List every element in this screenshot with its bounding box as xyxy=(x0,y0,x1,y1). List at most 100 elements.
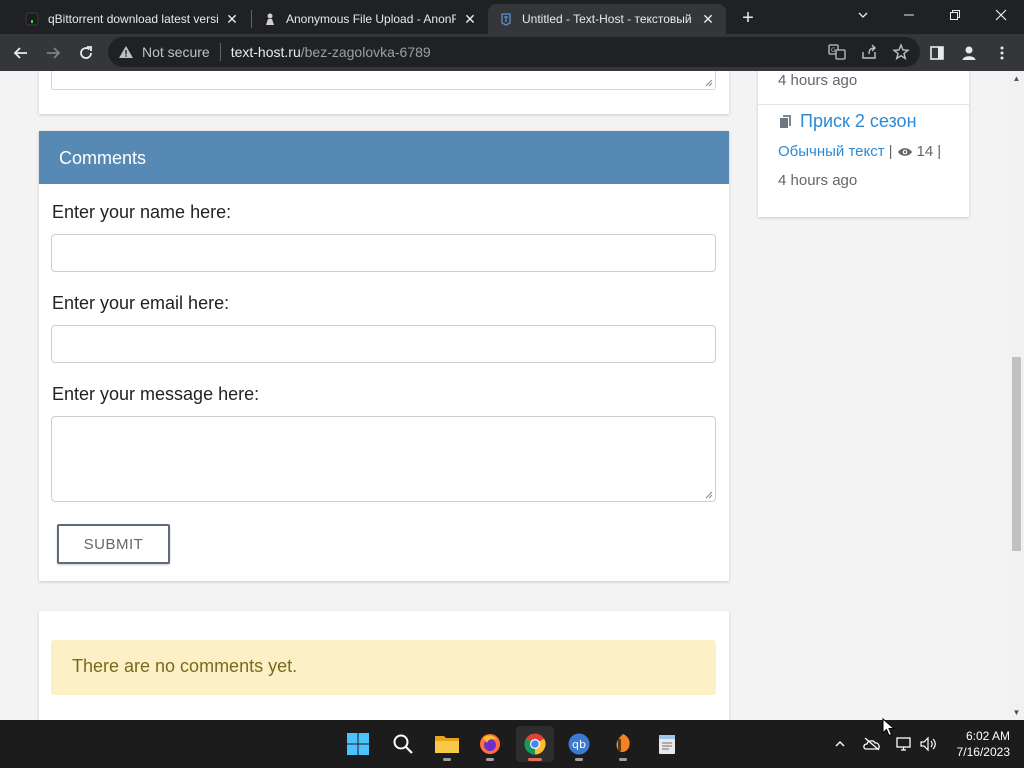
warning-triangle-icon[interactable] xyxy=(118,44,134,60)
taskbar-fl-studio[interactable] xyxy=(604,726,642,762)
back-arrow-icon[interactable] xyxy=(7,39,35,67)
clock-time: 6:02 AM xyxy=(965,729,1010,743)
scroll-up-arrow-icon[interactable]: ▲ xyxy=(1012,74,1021,83)
sidebar-item-time: 4 hours ago xyxy=(778,172,858,189)
close-window-icon[interactable] xyxy=(978,0,1024,30)
running-indicator xyxy=(443,758,451,761)
taskbar-file-explorer[interactable] xyxy=(428,726,466,762)
sidebar-item-category[interactable]: Обычный текст xyxy=(778,143,885,160)
comments-card: Comments Enter your name here: Enter you… xyxy=(39,131,729,581)
document-copy-icon xyxy=(780,114,791,128)
content-textarea[interactable] xyxy=(51,71,716,90)
reload-icon[interactable] xyxy=(72,39,100,67)
tab-close-icon[interactable]: ✕ xyxy=(224,11,240,27)
page-scrollbar[interactable]: ▲ ▼ xyxy=(1009,71,1024,720)
eye-icon xyxy=(897,147,912,156)
url-host: text-host.ru xyxy=(230,44,301,60)
menu-kebab-icon[interactable] xyxy=(988,39,1016,67)
tab-search-chevron-icon[interactable] xyxy=(840,0,886,30)
tab-strip: qBittorrent download latest versi ✕ Anon… xyxy=(0,0,1024,34)
sidebar-divider xyxy=(758,104,969,105)
new-tab-plus-icon[interactable]: + xyxy=(736,6,760,30)
running-indicator xyxy=(619,758,627,761)
meta-separator: | xyxy=(937,143,942,160)
sidebar-item-link[interactable]: Приск 2 сезон xyxy=(778,111,917,132)
comments-heading: Comments xyxy=(39,131,729,184)
firefox-icon xyxy=(480,734,500,754)
share-icon[interactable] xyxy=(860,43,878,66)
security-label[interactable]: Not secure xyxy=(142,44,210,60)
submit-button[interactable]: SUBMIT xyxy=(57,524,170,564)
sidebar-item-meta: Обычный текст | 14 | xyxy=(778,143,941,160)
restore-icon[interactable] xyxy=(932,0,978,30)
tab-close-icon[interactable]: ✕ xyxy=(700,11,716,27)
mouse-cursor-icon xyxy=(882,718,896,737)
windows-logo-icon xyxy=(347,733,369,755)
sidebar-item-title[interactable]: Приск 2 сезон xyxy=(800,111,917,132)
tab-title: Anonymous File Upload - AnonFi xyxy=(286,12,456,26)
qbittorrent-favicon-icon xyxy=(24,11,40,27)
address-bar[interactable]: Not secure text-host.ru/bez-zagolovka-67… xyxy=(108,37,920,67)
network-icon[interactable] xyxy=(894,732,914,756)
running-indicator xyxy=(486,758,494,761)
volume-icon[interactable] xyxy=(918,732,938,756)
svg-text:G: G xyxy=(831,47,836,54)
profile-avatar-icon[interactable] xyxy=(955,39,983,67)
email-label: Enter your email here: xyxy=(52,293,230,313)
svg-text:qb: qb xyxy=(572,738,586,751)
tab-close-icon[interactable]: ✕ xyxy=(462,11,478,27)
search-button[interactable] xyxy=(384,726,422,762)
onedrive-offline-icon[interactable] xyxy=(862,732,882,756)
taskbar-chrome[interactable] xyxy=(516,726,554,762)
tab-qbittorrent[interactable]: qBittorrent download latest versi ✕ xyxy=(14,4,250,34)
omnibox-actions: G xyxy=(828,43,910,66)
clock-date: 7/16/2023 xyxy=(956,745,1010,759)
text-host-favicon-icon xyxy=(498,11,514,27)
scroll-thumb[interactable] xyxy=(1012,357,1021,551)
bookmark-star-icon[interactable] xyxy=(892,43,910,66)
fl-studio-icon xyxy=(616,734,630,753)
forward-arrow-icon[interactable] xyxy=(39,39,67,67)
search-icon xyxy=(393,734,413,754)
taskbar-notepad[interactable] xyxy=(648,726,686,762)
notepad-icon xyxy=(659,735,675,754)
name-label: Enter your name here: xyxy=(52,202,232,222)
system-clock[interactable]: 6:02 AM 7/16/2023 xyxy=(957,728,1010,760)
content-card xyxy=(39,71,729,114)
minimize-icon[interactable] xyxy=(886,0,932,30)
resize-grip-icon[interactable] xyxy=(705,491,713,499)
anonfiles-favicon-icon xyxy=(262,11,278,27)
comments-list-card: There are no comments yet. xyxy=(39,611,729,720)
url-path: /bez-zagolovka-6789 xyxy=(300,44,431,60)
folder-icon xyxy=(435,736,459,753)
start-button[interactable] xyxy=(339,726,377,762)
prev-item-time: 4 hours ago xyxy=(778,72,858,89)
running-indicator xyxy=(575,758,583,761)
chrome-icon xyxy=(524,733,546,755)
address-divider xyxy=(219,43,221,61)
browser-toolbar: Not secure text-host.ru/bez-zagolovka-67… xyxy=(0,34,1024,71)
no-comments-notice: There are no comments yet. xyxy=(51,640,716,695)
tab-text-host[interactable]: Untitled - Text-Host - текстовый ✕ xyxy=(488,4,726,34)
tab-title: Untitled - Text-Host - текстовый xyxy=(522,12,692,26)
tab-title: qBittorrent download latest versi xyxy=(48,12,218,26)
page-viewport: Comments Enter your name here: Enter you… xyxy=(0,71,1024,720)
qbittorrent-icon: qb xyxy=(568,733,590,755)
translate-icon[interactable]: G xyxy=(828,43,846,66)
email-input[interactable] xyxy=(51,325,716,363)
message-textarea[interactable] xyxy=(51,416,716,502)
meta-separator: | xyxy=(888,143,893,160)
side-panel-icon[interactable] xyxy=(923,39,951,67)
scroll-down-arrow-icon[interactable]: ▼ xyxy=(1012,708,1021,717)
tab-anonfiles[interactable]: Anonymous File Upload - AnonFi ✕ xyxy=(252,4,488,34)
show-hidden-icons-chevron-icon[interactable] xyxy=(830,732,850,756)
name-input[interactable] xyxy=(51,234,716,272)
active-indicator xyxy=(528,758,542,761)
resize-grip-icon[interactable] xyxy=(705,79,713,87)
windows-taskbar: qb 6:02 AM 7/16/2023 xyxy=(0,720,1024,768)
taskbar-firefox[interactable] xyxy=(471,726,509,762)
taskbar-qbittorrent[interactable]: qb xyxy=(560,726,598,762)
sidebar-item-views: 14 xyxy=(916,143,934,160)
recent-pastes-card: 4 hours ago Приск 2 сезон Обычный текст … xyxy=(758,71,969,217)
message-label: Enter your message here: xyxy=(52,384,260,404)
